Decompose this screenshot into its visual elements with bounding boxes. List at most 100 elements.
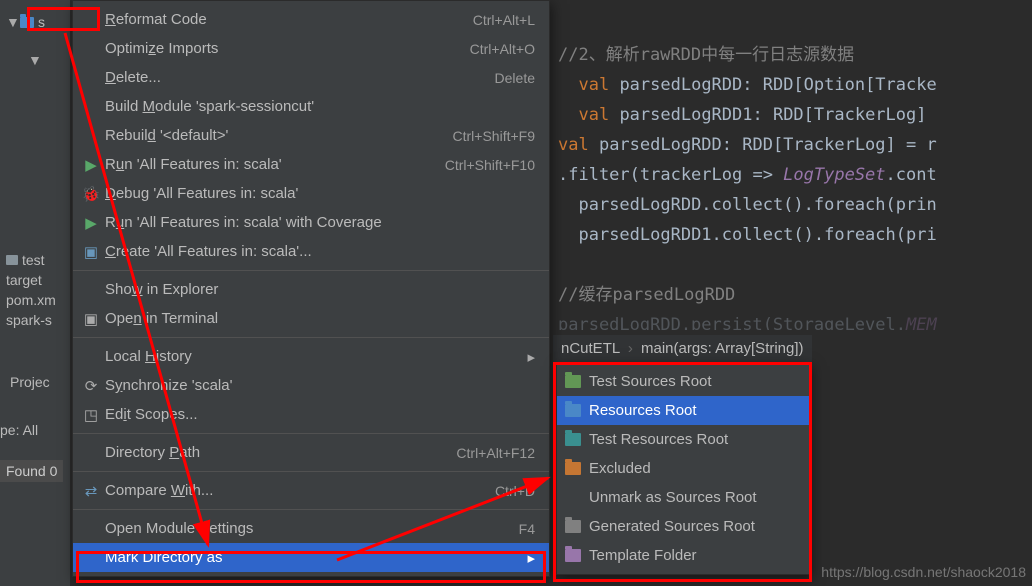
code-text: parsedLogRDD.persist(StorageLevel. <box>558 315 906 330</box>
chevron-down-icon: ▼ <box>28 52 38 68</box>
tree-label: spark-s <box>6 312 52 328</box>
context-menu: Reformat CodeCtrl+Alt+L Optimize Imports… <box>72 0 550 577</box>
menu-reformat-code[interactable]: Reformat CodeCtrl+Alt+L <box>73 5 549 34</box>
code-identifier: LogTypeSet <box>783 165 885 185</box>
submenu-label: Unmark as Sources Root <box>589 489 757 506</box>
project-sidebar: ▼ s ▼ test target pom.xm spark-s <box>0 0 70 586</box>
menu-label: Directory Path <box>105 444 200 461</box>
create-icon: ▣ <box>81 243 101 261</box>
chevron-down-icon: ▼ <box>6 14 16 30</box>
menu-compare-with[interactable]: ⇄Compare With...Ctrl+D <box>73 476 549 505</box>
menu-run[interactable]: ▶Run 'All Features in: scala'Ctrl+Shift+… <box>73 150 549 179</box>
code-text: parsedLogRDD.collect().foreach(prin <box>578 195 936 215</box>
submenu-label: Test Sources Root <box>589 373 712 390</box>
menu-run-coverage[interactable]: ▶Run 'All Features in: scala' with Cover… <box>73 208 549 237</box>
menu-label: Create 'All Features in: scala'... <box>105 243 312 260</box>
submenu-test-resources-root[interactable]: Test Resources Root <box>557 425 809 454</box>
menu-label: Optimize Imports <box>105 40 218 57</box>
menu-label: Reformat Code <box>105 11 207 28</box>
menu-label: Delete... <box>105 69 161 86</box>
breadcrumb[interactable]: nCutETL › main(args: Array[String]) <box>553 335 812 362</box>
menu-label: Open Module Settings <box>105 520 519 537</box>
code-text: parsedLogRDD1: RDD[TrackerLog] <box>609 105 937 125</box>
shortcut-label: Ctrl+Shift+F9 <box>453 128 535 144</box>
submenu-label: Generated Sources Root <box>589 518 755 535</box>
code-text: .cont <box>886 165 937 185</box>
shortcut-label: Delete <box>495 70 535 86</box>
folder-icon <box>20 17 34 28</box>
menu-create-run[interactable]: ▣Create 'All Features in: scala'... <box>73 237 549 266</box>
tree-node-src[interactable]: ▼ s <box>0 12 70 32</box>
menu-optimize-imports[interactable]: Optimize Imports Ctrl+Alt+O <box>73 34 549 63</box>
tree-label: test <box>22 252 45 268</box>
submenu-excluded[interactable]: Excluded <box>557 454 809 483</box>
tree-label: pom.xm <box>6 292 56 308</box>
menu-synchronize[interactable]: ⟳Synchronize 'scala' <box>73 371 549 400</box>
menu-edit-scopes[interactable]: ◳Edit Scopes... <box>73 400 549 429</box>
menu-show-explorer[interactable]: Show in Explorer <box>73 275 549 304</box>
tree-node-pom[interactable]: pom.xm <box>0 290 70 310</box>
code-editor[interactable]: //2、解析rawRDD中每一行日志源数据 val parsedLogRDD: … <box>550 0 1032 330</box>
menu-separator <box>73 433 549 434</box>
submenu-test-sources-root[interactable]: Test Sources Root <box>557 367 809 396</box>
menu-label: Debug 'All Features in: scala' <box>105 185 298 202</box>
shortcut-label: Ctrl+D <box>495 483 535 499</box>
coverage-icon: ▶ <box>81 214 101 232</box>
submenu-label: Excluded <box>589 460 651 477</box>
menu-separator <box>73 337 549 338</box>
menu-build-module[interactable]: Build Module 'spark-sessioncut' <box>73 92 549 121</box>
scope-label: pe: All <box>0 422 38 438</box>
chevron-right-icon: › <box>628 340 633 357</box>
project-label: Projec <box>10 374 50 390</box>
tree-node-child[interactable]: ▼ <box>0 50 70 70</box>
menu-directory-path[interactable]: Directory Path Ctrl+Alt+F12 <box>73 438 549 467</box>
menu-label: Local History <box>105 348 192 365</box>
menu-label: Run 'All Features in: scala' with Covera… <box>105 214 382 231</box>
folder-icon <box>565 433 581 446</box>
chevron-right-icon: ▸ <box>527 348 535 366</box>
terminal-icon: ▣ <box>81 310 101 328</box>
submenu-unmark-sources-root[interactable]: Unmark as Sources Root <box>557 483 809 512</box>
menu-open-terminal[interactable]: ▣Open in Terminal <box>73 304 549 333</box>
blank-icon <box>565 491 581 504</box>
code-text: .filter(trackerLog => <box>558 165 783 185</box>
menu-local-history[interactable]: Local History ▸ <box>73 342 549 371</box>
found-label: Found 0 <box>0 460 63 482</box>
folder-icon <box>565 549 581 562</box>
menu-rebuild[interactable]: Rebuild '<default>' Ctrl+Shift+F9 <box>73 121 549 150</box>
shortcut-label: Ctrl+Alt+O <box>470 41 535 57</box>
mark-directory-submenu: Test Sources Root Resources Root Test Re… <box>556 362 810 575</box>
menu-label: Mark Directory as <box>105 549 517 566</box>
breadcrumb-segment: nCutETL <box>561 340 620 357</box>
menu-separator <box>73 270 549 271</box>
menu-label: Build Module 'spark-sessioncut' <box>105 98 314 115</box>
submenu-resources-root[interactable]: Resources Root <box>557 396 809 425</box>
tree-node-target[interactable]: target <box>0 270 70 290</box>
watermark-text: https://blog.csdn.net/shaock2018 <box>821 564 1026 580</box>
bug-icon: 🐞 <box>81 185 101 203</box>
scopes-icon: ◳ <box>81 406 101 424</box>
menu-label: Run 'All Features in: scala' <box>105 156 282 173</box>
shortcut-label: Ctrl+Alt+F12 <box>456 445 535 461</box>
menu-debug[interactable]: 🐞Debug 'All Features in: scala' <box>73 179 549 208</box>
menu-delete[interactable]: Delete... Delete <box>73 63 549 92</box>
tree-label: target <box>6 272 42 288</box>
code-identifier: MEM <box>906 315 937 330</box>
submenu-label: Resources Root <box>589 402 697 419</box>
menu-label: Rebuild '<default>' <box>105 127 228 144</box>
submenu-template-folder[interactable]: Template Folder <box>557 541 809 570</box>
menu-separator <box>73 509 549 510</box>
submenu-label: Template Folder <box>589 547 697 564</box>
folder-icon <box>6 255 18 265</box>
play-icon: ▶ <box>81 156 101 174</box>
menu-label: Show in Explorer <box>105 281 218 298</box>
menu-mark-directory-as[interactable]: Mark Directory as▸ <box>73 543 549 572</box>
folder-icon <box>565 404 581 417</box>
menu-open-module-settings[interactable]: Open Module SettingsF4 <box>73 514 549 543</box>
folder-icon <box>565 375 581 388</box>
tree-node-spark[interactable]: spark-s <box>0 310 70 330</box>
tree-node-test[interactable]: test <box>0 250 70 270</box>
submenu-generated-sources-root[interactable]: Generated Sources Root <box>557 512 809 541</box>
menu-label: Open in Terminal <box>105 310 218 327</box>
breadcrumb-segment: main(args: Array[String]) <box>641 340 804 357</box>
